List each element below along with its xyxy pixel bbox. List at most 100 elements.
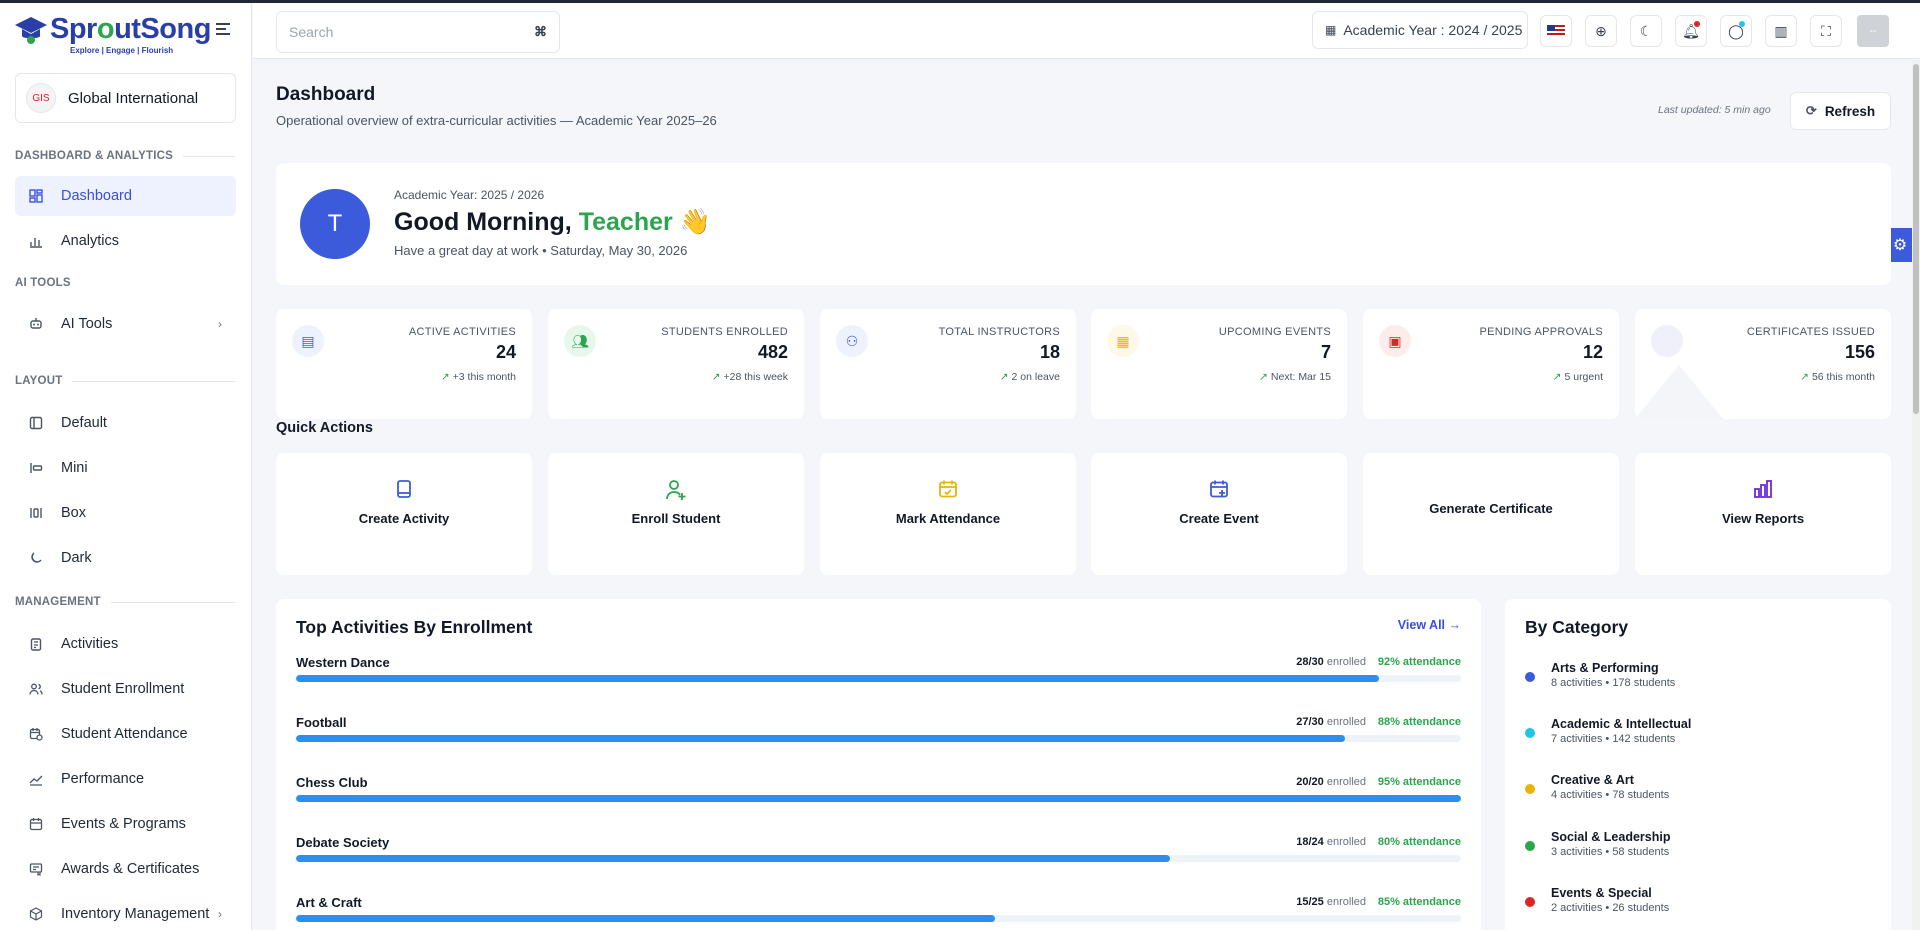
progress-bar xyxy=(296,675,1461,682)
stat-value: 12 xyxy=(1582,342,1603,362)
clipboard-icon: ▣ xyxy=(1379,325,1411,357)
stat-trend: ↗ +3 this month xyxy=(440,371,516,383)
sidebar-item-student-enrollment[interactable]: Student Enrollment xyxy=(15,669,236,709)
view-all-link[interactable]: View All → xyxy=(1398,618,1461,632)
sidebar-item-ai-tools[interactable]: AI Tools › xyxy=(15,304,236,344)
sidebar-item-events-programs[interactable]: Events & Programs xyxy=(15,804,236,844)
sidebar-item-label: AI Tools xyxy=(61,316,113,332)
top-header: ⌘ ▦ Academic Year : 2024 / 2025 ⊕ ☾ 🔔︎ ◯… xyxy=(253,3,1920,59)
refresh-icon: ⟳ xyxy=(1805,103,1817,118)
category-dot xyxy=(1525,728,1535,738)
category-name: Social & Leadership xyxy=(1551,830,1671,844)
stat-value: 18 xyxy=(1039,342,1060,362)
decorative-triangle xyxy=(1635,365,1723,419)
enrollment-count: 15/25 enrolled xyxy=(1296,896,1366,908)
mark-attendance-button[interactable]: Mark Attendance xyxy=(820,453,1076,575)
language-button[interactable] xyxy=(1540,15,1572,47)
quick-action-label: Mark Attendance xyxy=(895,511,1001,526)
package-icon xyxy=(27,905,45,923)
sidebar-item-dashboard[interactable]: Dashboard xyxy=(15,176,236,216)
category-name: Events & Special xyxy=(1551,886,1652,900)
sidebar-item-default[interactable]: Default xyxy=(15,403,236,443)
enrollment-count: 27/30 enrolled xyxy=(1296,716,1366,728)
reports-button[interactable]: ▥ xyxy=(1765,15,1797,47)
page-scrollbar[interactable] xyxy=(1912,60,1920,930)
menu-toggle-icon[interactable] xyxy=(216,23,232,37)
sidebar-item-dark[interactable]: Dark xyxy=(15,538,236,578)
bar-chart-icon: ▥ xyxy=(1774,22,1788,39)
robot-icon xyxy=(27,315,45,333)
category-dot xyxy=(1525,784,1535,794)
messages-button[interactable]: ◯ xyxy=(1720,15,1752,47)
layout-default-icon xyxy=(27,414,45,432)
stat-card: 👥︎ STUDENTS ENROLLED 482 ↗ +28 this week xyxy=(548,309,804,419)
add-button[interactable]: ⊕ xyxy=(1585,15,1617,47)
sidebar-item-performance[interactable]: Performance xyxy=(15,759,236,799)
category-name: Arts & Performing xyxy=(1551,661,1659,675)
calendar-icon: ▦ xyxy=(1107,325,1139,357)
quick-action-label: Generate Certificate xyxy=(1429,501,1553,516)
users-icon: 👥︎ xyxy=(564,325,596,357)
stat-trend: ↗ +28 this week xyxy=(711,371,788,383)
graduation-cap-icon xyxy=(15,17,47,44)
category-name: Academic & Intellectual xyxy=(1551,717,1692,731)
avatar: T xyxy=(300,189,370,259)
calendar-check-icon xyxy=(820,479,1076,505)
section-layout: LAYOUT xyxy=(15,375,235,387)
list-item[interactable]: Arts & Performing 8 activities • 178 stu… xyxy=(1525,661,1865,701)
refresh-button[interactable]: ⟳ Refresh xyxy=(1790,92,1891,130)
notifications-button[interactable]: 🔔︎ xyxy=(1675,15,1707,47)
search-input[interactable] xyxy=(289,24,534,40)
create-activity-button[interactable]: Create Activity xyxy=(276,453,532,575)
section-management: MANAGEMENT xyxy=(15,596,235,608)
attendance-rate: 95% attendance xyxy=(1377,776,1461,788)
greeting: Good Morning, Teacher 👋 xyxy=(394,208,711,236)
sidebar-item-inventory-management[interactable]: Inventory Management › xyxy=(15,894,236,930)
academic-year-selector[interactable]: ▦ Academic Year : 2024 / 2025 xyxy=(1312,11,1528,49)
user-avatar[interactable]: -- xyxy=(1857,15,1889,47)
sidebar-item-activities[interactable]: Activities xyxy=(15,624,236,664)
enrollment-count: 18/24 enrolled xyxy=(1296,836,1366,848)
sidebar-item-mini[interactable]: Mini xyxy=(15,448,236,488)
school-selector[interactable]: GIS Global International xyxy=(15,73,236,123)
enroll-student-button[interactable]: Enroll Student xyxy=(548,453,804,575)
sidebar-item-box[interactable]: Box xyxy=(15,493,236,533)
category-name: Creative & Art xyxy=(1551,773,1634,787)
card-title: By Category xyxy=(1525,617,1629,637)
activity-name: Debate Society xyxy=(296,835,390,850)
sidebar-item-label: Box xyxy=(61,505,86,521)
clipboard-icon xyxy=(27,635,45,653)
stat-value: 7 xyxy=(1320,342,1331,362)
view-reports-button[interactable]: View Reports xyxy=(1635,453,1891,575)
brand-logo[interactable]: SproutSong Explore | Engage | Flourish xyxy=(14,11,211,57)
theme-toggle-button[interactable]: ☾ xyxy=(1630,15,1662,47)
school-logo: GIS xyxy=(26,83,56,113)
fullscreen-button[interactable]: ⛶ xyxy=(1810,15,1842,47)
category-meta: 3 activities • 58 students xyxy=(1551,846,1670,858)
search-box[interactable]: ⌘ xyxy=(276,11,560,53)
book-icon xyxy=(276,479,532,505)
brand-tagline: Explore | Engage | Flourish xyxy=(70,46,174,55)
sidebar: SproutSong Explore | Engage | Flourish G… xyxy=(0,3,252,930)
layout-mini-icon xyxy=(27,459,45,477)
list-item[interactable]: Academic & Intellectual 7 activities • 1… xyxy=(1525,717,1865,757)
generate-certificate-button[interactable]: Generate Certificate xyxy=(1363,453,1619,575)
trend-icon xyxy=(27,770,45,788)
sidebar-item-student-attendance[interactable]: Student Attendance xyxy=(15,714,236,754)
quick-actions-title: Quick Actions xyxy=(276,420,373,436)
stat-value: 24 xyxy=(495,342,516,362)
by-category-card: By Category Arts & Performing 8 activiti… xyxy=(1505,599,1891,930)
category-dot xyxy=(1525,841,1535,851)
stat-trend: ↗ 2 on leave xyxy=(999,371,1060,383)
sidebar-item-label: Mini xyxy=(61,460,88,476)
sidebar-item-label: Awards & Certificates xyxy=(61,861,200,877)
sidebar-item-label: Dashboard xyxy=(61,188,132,204)
create-event-button[interactable]: Create Event xyxy=(1091,453,1347,575)
sidebar-item-analytics[interactable]: Analytics xyxy=(15,221,236,261)
list-item[interactable]: Events & Special 2 activities • 26 stude… xyxy=(1525,886,1865,926)
sidebar-item-awards-certificates[interactable]: Awards & Certificates xyxy=(15,849,236,889)
list-item[interactable]: Social & Leadership 3 activities • 58 st… xyxy=(1525,830,1865,870)
activity-name: Football xyxy=(296,715,347,730)
list-item[interactable]: Creative & Art 4 activities • 78 student… xyxy=(1525,773,1865,813)
sidebar-item-label: Inventory Management xyxy=(61,906,210,922)
